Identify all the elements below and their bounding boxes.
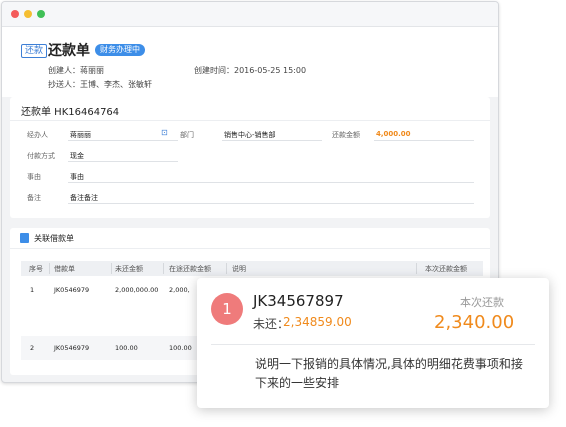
col-divider [49, 263, 50, 274]
linked-loans-header: 关联借款单 [10, 228, 490, 249]
row-unpaid: 2,000,000.00 [115, 286, 159, 294]
loan-number: JK34567897 [253, 292, 344, 310]
handler-label: 经办人 [27, 131, 48, 139]
row-loan-id: JK0546979 [54, 286, 90, 294]
col-header-current: 本次还款金额 [425, 265, 467, 273]
row-in-transit: 2,000, [169, 286, 190, 294]
document-icon [20, 233, 29, 243]
current-repay-label: 本次还款 [460, 296, 504, 309]
person-picker-icon[interactable]: ⊡ [161, 128, 168, 137]
minimize-window-button[interactable] [24, 10, 32, 18]
loans-table-header: 序号 借款单 未还金额 在途还款金额 说明 本次还款金额 [21, 261, 483, 276]
col-header-in-transit: 在途还款金额 [169, 265, 211, 273]
window-titlebar [2, 2, 498, 27]
dept-underline [222, 140, 322, 141]
amount-underline [374, 140, 474, 141]
col-header-no: 序号 [29, 265, 43, 273]
form-title: 还款单 HK16464764 [21, 107, 120, 118]
close-window-button[interactable] [11, 10, 19, 18]
current-repay-amount[interactable]: 2,340.00 [434, 312, 514, 333]
handler-underline [68, 140, 178, 141]
row-unpaid: 100.00 [115, 344, 138, 352]
divider [10, 120, 490, 121]
row-loan-id: JK0546979 [54, 344, 90, 352]
pay-method-label: 付款方式 [27, 152, 55, 160]
row-no: 2 [30, 344, 35, 352]
amount-field[interactable]: 4,000.00 [376, 130, 411, 138]
creator-text: 创建人：蒋丽丽 [48, 66, 104, 75]
col-divider [111, 263, 112, 274]
pay-method-underline [68, 161, 178, 162]
reason-underline [68, 182, 474, 183]
reason-field[interactable]: 事由 [70, 172, 84, 182]
index-badge: 1 [211, 293, 243, 325]
maximize-window-button[interactable] [37, 10, 45, 18]
col-header-unpaid: 未还金额 [115, 265, 143, 273]
doc-type-tag: 还款 [21, 44, 48, 58]
unpaid-amount: 2,34859.00 [283, 315, 352, 329]
row-no: 1 [30, 286, 35, 294]
amount-label: 还款金额 [332, 131, 360, 139]
page-title: 还款单 [48, 43, 90, 59]
dept-label: 部门 [180, 131, 194, 139]
row-in-transit: 100.00 [169, 344, 192, 352]
status-badge: 财务办理中 [95, 44, 145, 56]
divider [211, 344, 535, 345]
col-header-desc: 说明 [232, 265, 246, 273]
cc-text: 抄送人：王博、李杰、张敏轩 [48, 80, 152, 89]
dept-field[interactable]: 销售中心-销售部 [224, 130, 276, 140]
linked-loans-title: 关联借款单 [34, 234, 74, 243]
col-divider [163, 263, 164, 274]
note-field[interactable]: 备注备注 [70, 193, 98, 203]
note-label: 备注 [27, 194, 41, 202]
col-divider [416, 263, 417, 274]
description-text: 说明一下报销的具体情况,具体的明细花费事项和接下来的一些安排 [255, 357, 523, 390]
document-header: 还款 还款单 财务办理中 创建人：蒋丽丽 创建时间：2016-05-25 15:… [2, 27, 498, 97]
col-divider [226, 263, 227, 274]
reason-label: 事由 [27, 173, 41, 181]
created-time-text: 创建时间：2016-05-25 15:00 [194, 66, 307, 75]
note-underline [68, 203, 474, 204]
pay-method-field[interactable]: 现金 [70, 151, 84, 161]
loan-detail-popup[interactable]: 1 JK34567897 未还： 2,34859.00 本次还款 2,340.0… [197, 278, 549, 408]
handler-field[interactable]: 蒋丽丽 [70, 130, 91, 140]
repayment-form-card: 还款单 HK16464764 经办人 蒋丽丽 ⊡ 部门 销售中心-销售部 还款金… [10, 97, 490, 218]
col-header-loan-id: 借款单 [54, 265, 75, 273]
